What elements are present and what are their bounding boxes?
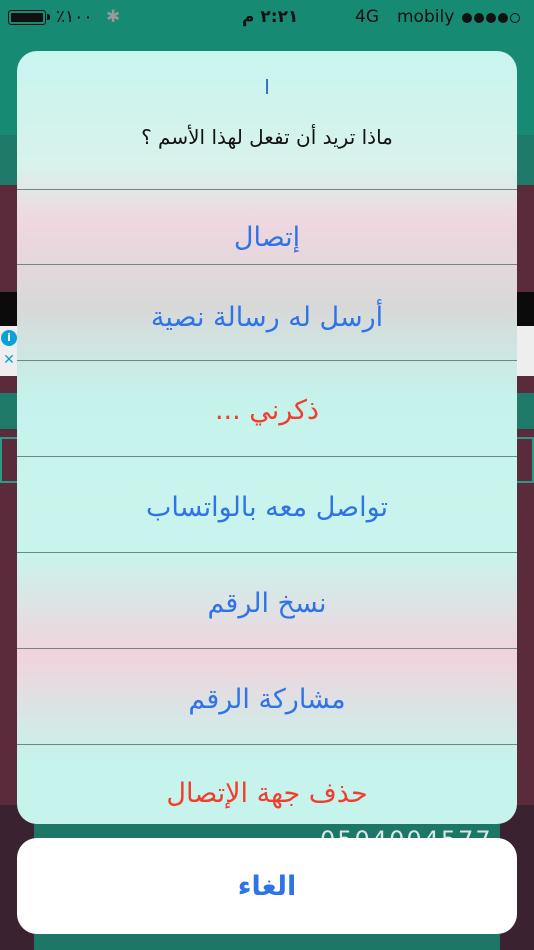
signal-strength-icon [462,13,520,23]
action-sheet-title: ا [264,75,270,99]
divider [17,648,517,649]
send-sms-button[interactable]: أرسل له رسالة نصية [17,270,517,365]
action-sheet-header: ا ماذا تريد أن تفعل لهذا الأسم ؟ [17,51,517,189]
share-number-button[interactable]: مشاركة الرقم [17,652,517,747]
remind-me-button[interactable]: ذكرني ... [17,363,517,458]
divider [17,744,517,745]
cancel-button[interactable]: الغاء [17,838,517,934]
divider [17,456,517,457]
divider [17,552,517,553]
divider [17,264,517,265]
action-sheet: ا ماذا تريد أن تفعل لهذا الأسم ؟ إتصال أ… [17,51,517,824]
action-sheet-message: ماذا تريد أن تفعل لهذا الأسم ؟ [141,125,393,149]
battery-percentage: ٪١٠٠ [56,7,93,27]
whatsapp-button[interactable]: تواصل معه بالواتساب [17,460,517,555]
network-type: 4G [355,7,379,27]
bluetooth-icon: ✱ [106,7,121,27]
carrier-name: mobily [397,7,455,27]
ad-info-icon[interactable]: i [1,330,17,346]
delete-contact-button[interactable]: حذف جهة الإتصال [17,748,517,824]
ad-close-icon[interactable]: ✕ [1,352,17,368]
battery-icon [8,10,50,25]
status-time: ٢:٢١ م [242,7,299,27]
divider [17,360,517,361]
copy-number-button[interactable]: نسخ الرقم [17,556,517,651]
status-bar: ٪١٠٠ ✱ ٢:٢١ م 4G mobily [0,0,534,36]
